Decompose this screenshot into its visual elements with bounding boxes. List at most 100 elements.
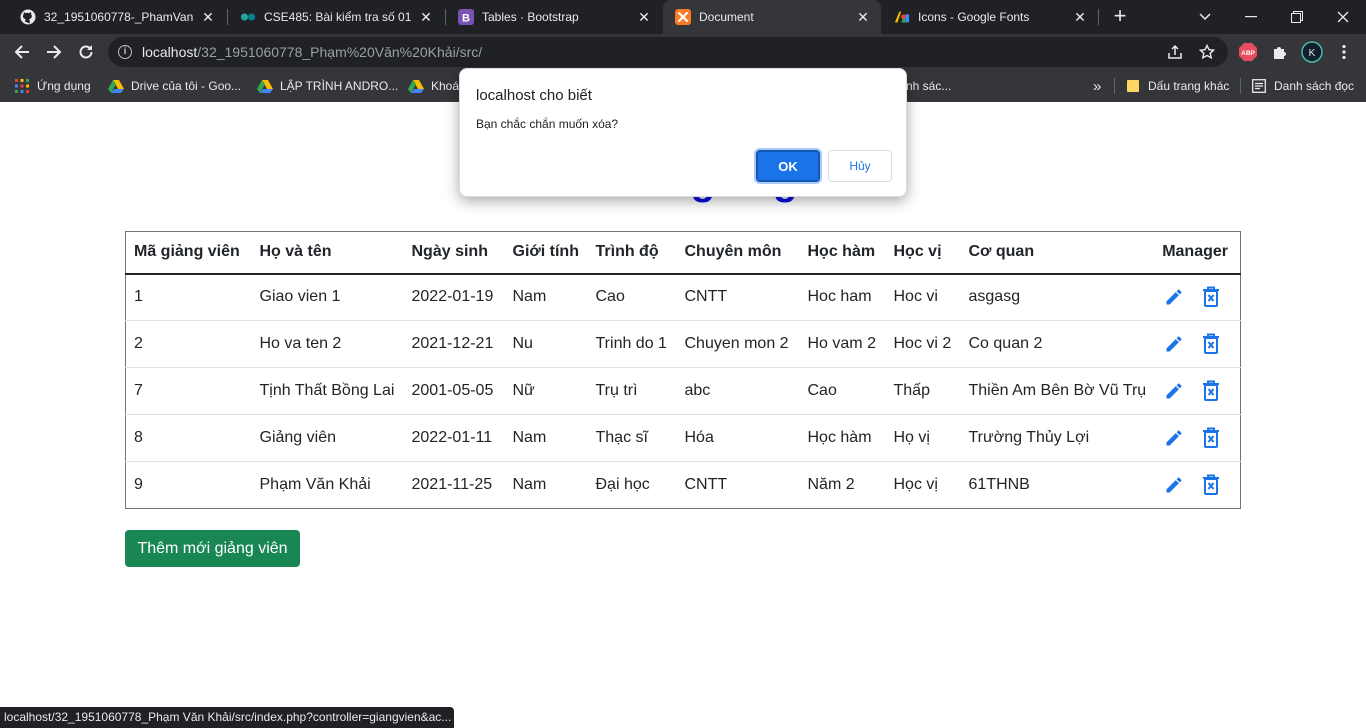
arrow-left-icon (14, 45, 29, 59)
bookmark-label: Ứng dụng (37, 79, 91, 93)
delete-trash-icon[interactable] (1199, 473, 1223, 497)
table-cell: 2 (125, 320, 252, 368)
table-cell: Nữ (504, 367, 588, 415)
adblock-plus-icon[interactable]: ABP (1237, 41, 1259, 63)
table-cell: 2022-01-19 (403, 273, 505, 321)
delete-trash-icon[interactable] (1199, 285, 1223, 309)
svg-text:B: B (462, 13, 470, 25)
minimize-button[interactable] (1228, 0, 1274, 34)
star-icon[interactable] (1198, 43, 1216, 61)
manager-cell (1154, 461, 1241, 509)
edit-pencil-icon[interactable] (1162, 379, 1186, 403)
edit-pencil-icon[interactable] (1162, 332, 1186, 356)
bookmark-android[interactable]: LẬP TRÌNH ANDRO... (257, 70, 398, 102)
bookmark-label: Danh sách đọc (1274, 79, 1355, 93)
url-text: localhost/32_1951060778_Phạm%20Văn%20Khả… (142, 44, 483, 60)
column-header: Họ và tên (251, 231, 404, 275)
table-cell: Tịnh Thất Bồng Lai (251, 367, 404, 415)
table-cell: abc (676, 367, 800, 415)
reading-list-icon (1251, 78, 1267, 94)
dialog-message: Bạn chắc chắn muốn xóa? (476, 117, 619, 131)
tab-title: Tables · Bootstrap (482, 10, 579, 24)
tab-bootstrap[interactable]: B Tables · Bootstrap ✕ (446, 0, 662, 34)
bookmark-khoa[interactable]: Khoá (408, 70, 459, 102)
close-icon[interactable]: ✕ (418, 9, 434, 25)
delete-trash-icon[interactable] (1199, 332, 1223, 356)
table-cell: 1 (125, 273, 252, 321)
tab-cse485[interactable]: CSE485: Bài kiểm tra số 01 (Đ ✕ (228, 0, 444, 34)
table-cell: Thấp (885, 367, 961, 415)
ok-button[interactable]: OK (756, 150, 820, 182)
share-icon[interactable] (1166, 43, 1184, 61)
bookmark-other-folder[interactable]: Dấu trang khác (1125, 70, 1229, 102)
delete-trash-icon[interactable] (1199, 379, 1223, 403)
table-cell: CNTT (676, 461, 800, 509)
restore-button[interactable] (1274, 0, 1320, 34)
tab-google-fonts[interactable]: Icons - Google Fonts ✕ (882, 0, 1098, 34)
table-cell: Trinh do 1 (587, 320, 677, 368)
table-cell: Học vị (885, 461, 961, 509)
tab-strip: 32_1951060778-_PhamVanKhai ✕ CSE485: Bài… (0, 0, 1366, 34)
profile-avatar[interactable]: K (1301, 41, 1323, 63)
table-row: 2 Ho va ten 2 2021-12-21 Nu Trinh do 1 Chuyen… (125, 320, 1241, 368)
menu-kebab-icon[interactable] (1333, 41, 1355, 63)
column-header: Học hàm (799, 231, 886, 275)
table-cell: Thạc sĩ (587, 414, 677, 462)
table-cell: Nam (504, 414, 588, 462)
table-cell: Học hàm (799, 414, 886, 462)
table-row: 8 Giảng viên 2022-01-11 Nam Thạc sĩ Hóa Học hà… (125, 414, 1241, 462)
back-button[interactable] (8, 38, 36, 66)
svg-text:ABP: ABP (1241, 50, 1255, 57)
address-bar[interactable]: i localhost/32_1951060778_Phạm%20Văn%20K… (108, 37, 1228, 67)
delete-trash-icon[interactable] (1199, 426, 1223, 450)
manager-cell (1154, 273, 1241, 321)
bookmark-partial[interactable]: nh sác... (906, 70, 951, 102)
colab-icon (240, 9, 256, 25)
new-tab-button[interactable]: + (1108, 5, 1132, 29)
table-cell: 2021-11-25 (403, 461, 505, 509)
dialog-title: localhost cho biết (476, 87, 592, 104)
folder-icon (1125, 78, 1141, 94)
table-cell: 9 (125, 461, 252, 509)
table-cell: Nam (504, 273, 588, 321)
cancel-button[interactable]: Hủy (828, 150, 892, 182)
close-icon[interactable]: ✕ (636, 9, 652, 25)
arrow-right-icon (47, 45, 62, 59)
tab-document[interactable]: Document ✕ (663, 0, 881, 34)
add-lecturer-button[interactable]: Thêm mới giảng viên (125, 530, 300, 567)
column-header: Chuyên môn (676, 231, 800, 275)
bookmark-drive[interactable]: Drive của tôi - Goo... (108, 70, 241, 102)
more-bookmarks-chevron-icon[interactable]: » (1093, 70, 1101, 102)
info-icon[interactable]: i (118, 45, 132, 59)
table-cell: Giao vien 1 (251, 273, 404, 321)
table-cell: Thiền Am Bên Bờ Vũ Trụ (960, 367, 1155, 415)
reload-button[interactable] (72, 38, 100, 66)
extensions-puzzle-icon[interactable] (1269, 41, 1291, 63)
column-header: Cơ quan (960, 231, 1155, 275)
tab-search-button[interactable] (1182, 0, 1228, 34)
google-drive-icon (108, 78, 124, 94)
table-cell: Cao (799, 367, 886, 415)
manager-cell (1154, 320, 1241, 368)
forward-button[interactable] (40, 38, 68, 66)
reading-list-button[interactable]: Danh sách đọc (1251, 70, 1354, 102)
table-cell: Ho vam 2 (799, 320, 886, 368)
edit-pencil-icon[interactable] (1162, 426, 1186, 450)
tab-github[interactable]: 32_1951060778-_PhamVanKhai ✕ (8, 0, 226, 34)
bookmark-label: Dấu trang khác (1148, 79, 1230, 93)
table-cell: Trụ trì (587, 367, 677, 415)
close-icon[interactable]: ✕ (855, 9, 871, 25)
browser-toolbar: i localhost/32_1951060778_Phạm%20Văn%20K… (0, 34, 1366, 70)
edit-pencil-icon[interactable] (1162, 473, 1186, 497)
minimize-icon (1245, 16, 1257, 18)
table-cell: Nu (504, 320, 588, 368)
table-cell: Co quan 2 (960, 320, 1155, 368)
close-window-button[interactable] (1320, 0, 1366, 34)
manager-cell (1154, 414, 1241, 462)
close-icon[interactable]: ✕ (1072, 9, 1088, 25)
table-cell: Hoc vi 2 (885, 320, 961, 368)
table-cell: 2022-01-11 (403, 414, 505, 462)
bookmark-apps[interactable]: Ứng dụng (14, 70, 91, 102)
close-icon[interactable]: ✕ (200, 9, 216, 25)
edit-pencil-icon[interactable] (1162, 285, 1186, 309)
